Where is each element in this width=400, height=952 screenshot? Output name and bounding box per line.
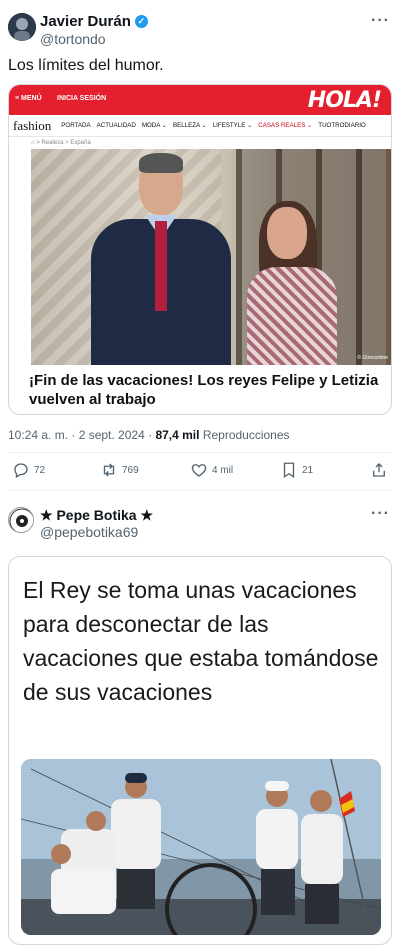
like-button[interactable]: 4 mil [190, 461, 233, 479]
breadcrumb: ⌂ > Realeza > España [31, 140, 91, 146]
divider [8, 452, 392, 453]
bookmark-icon [283, 462, 295, 479]
more-options-icon[interactable]: ··· [371, 12, 390, 30]
share-icon [373, 463, 385, 477]
tweet-meta: 10:24 a. m. · 2 sept. 2024 · 87,4 mil Re… [8, 428, 290, 442]
tweet-text: Los límites del humor. [8, 57, 164, 74]
views-label: Reproducciones [202, 428, 290, 442]
divider [8, 490, 392, 491]
retweet-icon [103, 463, 115, 477]
hola-nav-bar: fashion PORTADA ACTUALIDAD MODA ⌄ BELLEZ… [9, 115, 391, 137]
attached-meme-image[interactable]: El Rey se toma unas vacaciones para desc… [8, 556, 392, 945]
bookmark-button[interactable]: 21 [280, 461, 313, 479]
author-name[interactable]: ★ Pepe Botika ★ [40, 507, 153, 524]
attached-screenshot[interactable]: ≡ MENÚ INICIA SESIÓN HOLA! fashion PORTA… [8, 84, 392, 415]
hola-logo: HOLA! [307, 88, 382, 113]
reply-button[interactable]: 72 [12, 461, 45, 479]
tweet-timestamp[interactable]: 10:24 a. m. · 2 sept. 2024 · [8, 428, 152, 442]
article-headline: ¡Fin de las vacaciones! Los reyes Felipe… [29, 372, 379, 408]
nav-item-casas-reales: CASAS REALES ⌄ [258, 122, 313, 129]
king-hair [139, 153, 183, 173]
author-avatar[interactable] [8, 507, 34, 533]
nav-item-actualidad: ACTUALIDAD [96, 122, 136, 129]
like-count: 4 mil [212, 464, 234, 476]
author-handle[interactable]: @tortondo [40, 31, 106, 47]
sailing-photo [21, 759, 381, 935]
verified-badge-icon: ✓ [134, 15, 148, 28]
queen-face [267, 207, 307, 259]
author-name-row[interactable]: Javier Durán ✓ [40, 13, 148, 30]
sailboat-scene [21, 759, 381, 935]
author-handle[interactable]: @pepebotika69 [40, 524, 138, 540]
nav-item-portada: PORTADA [61, 122, 91, 129]
fashion-logo: fashion [13, 117, 52, 133]
royal-couple-photo: © Gtresonline [31, 149, 391, 365]
nav-item-lifestyle: LIFESTYLE ⌄ [212, 122, 253, 129]
tweet-actions: 72 769 4 mil 21 [0, 459, 400, 483]
hola-header-bar: ≡ MENÚ INICIA SESIÓN HOLA! [9, 85, 391, 115]
author-name[interactable]: Javier Durán [40, 13, 131, 30]
author-avatar[interactable] [8, 13, 36, 41]
heart-icon [191, 464, 207, 477]
nav-item-belleza: BELLEZA ⌄ [172, 122, 207, 129]
site-menu-button: ≡ MENÚ [15, 95, 42, 102]
bookmark-count: 21 [302, 464, 314, 476]
avatar-image [8, 13, 36, 41]
site-login-link: INICIA SESIÓN [57, 95, 107, 102]
nav-item-tuotrodiario: TUOTRODIARIO [318, 122, 366, 129]
king-tie [155, 221, 167, 311]
retweet-button[interactable]: 769 [100, 461, 139, 479]
nav-item-moda: MODA ⌄ [141, 122, 167, 129]
meme-caption: El Rey se toma unas vacaciones para desc… [23, 577, 379, 705]
retweet-count: 769 [122, 464, 139, 476]
reply-count: 72 [34, 464, 46, 476]
more-options-icon[interactable]: ··· [371, 505, 390, 523]
photo-credit: © Gtresonline [357, 355, 388, 361]
views-count: 87,4 mil [155, 428, 200, 442]
avatar-image [9, 508, 33, 532]
reply-icon [14, 463, 28, 478]
share-button[interactable] [370, 461, 388, 479]
queen-dress [247, 267, 337, 365]
